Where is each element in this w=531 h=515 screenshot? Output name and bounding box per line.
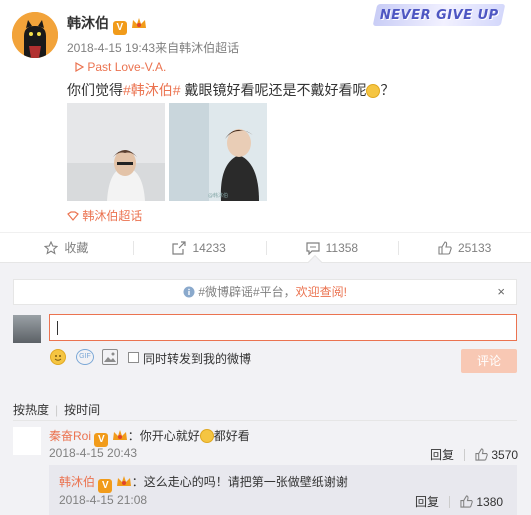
submit-comment-button[interactable]: 评论 xyxy=(461,349,517,373)
sort-by-hot-tab[interactable]: 按热度 xyxy=(13,403,49,417)
action-bar: 收藏 14233 11358 25133 xyxy=(0,232,531,262)
vip-badge-icon: V xyxy=(98,479,113,493)
chaohua-icon xyxy=(67,211,79,221)
my-avatar xyxy=(13,315,41,343)
reply-like-button[interactable]: 1380 xyxy=(460,495,503,509)
reply-reply-button[interactable]: 回复 xyxy=(415,493,439,510)
reply-time: 2018-4-15 21:08 xyxy=(59,493,148,507)
forward-label[interactable]: 同时转发到我的微博 xyxy=(143,350,251,367)
comment-input[interactable] xyxy=(49,314,517,341)
forward-button[interactable]: 14233 xyxy=(132,233,266,262)
sort-tabs: 按热度 | 按时间 xyxy=(13,403,101,417)
notice-link[interactable]: 欢迎查阅! xyxy=(296,285,347,299)
commenter-avatar[interactable] xyxy=(13,427,41,455)
comment-like-button[interactable]: 3570 xyxy=(475,448,518,462)
commenter-name[interactable]: 秦奋Roi xyxy=(49,429,91,443)
crown-icon xyxy=(112,430,127,440)
info-icon xyxy=(183,286,195,298)
comment-button[interactable]: 11358 xyxy=(265,233,399,262)
star-icon xyxy=(44,240,59,255)
sort-by-time-tab[interactable]: 按时间 xyxy=(64,403,100,417)
svg-text:@韩沐伯: @韩沐伯 xyxy=(208,192,228,199)
rumor-notice: #微博辟谣#平台，欢迎查阅! xyxy=(13,279,517,305)
notice-close-icon[interactable]: × xyxy=(497,284,505,299)
post-image-2[interactable]: @韩沐伯 xyxy=(169,103,267,201)
comment-text: 秦奋Roi V ：你开心就好 都好看 xyxy=(49,429,250,447)
vip-badge-icon: V xyxy=(94,433,109,447)
music-link[interactable]: Past Love-V.A. xyxy=(74,60,166,74)
post-avatar[interactable] xyxy=(12,12,58,58)
post-image-1[interactable] xyxy=(67,103,165,201)
chaohua-link[interactable]: 韩沐伯超话 xyxy=(67,207,142,224)
favorite-button[interactable]: 收藏 xyxy=(0,233,133,262)
crown-icon xyxy=(131,18,146,28)
comment-icon xyxy=(306,241,320,255)
gif-icon[interactable]: GIF xyxy=(76,349,94,365)
post-text: 你们觉得#韩沐伯# 戴眼镜好看呢还是不戴好看呢？ xyxy=(67,82,395,98)
crown-icon xyxy=(116,476,131,486)
thumbs-up-icon xyxy=(460,494,473,508)
vip-badge-icon: V xyxy=(112,21,127,35)
image-upload-icon[interactable] xyxy=(102,349,118,365)
forward-checkbox[interactable] xyxy=(128,352,139,363)
thumbs-up-icon xyxy=(475,447,488,461)
like-button[interactable]: 25133 xyxy=(398,233,531,262)
hashtag-link[interactable]: #韩沐伯# xyxy=(123,82,181,98)
divider xyxy=(13,420,517,421)
reply-text: 韩沐伯 V ：这么走心的吗！请把第一张做壁纸谢谢 xyxy=(59,475,348,493)
reply-username[interactable]: 韩沐伯 xyxy=(59,475,95,489)
emoji-icon[interactable] xyxy=(50,349,66,365)
glasses-emoji-icon xyxy=(199,429,214,443)
post-meta: 2018-4-15 19:43来自韩沐伯超话 xyxy=(67,41,240,55)
thumbs-up-icon xyxy=(438,240,452,255)
comment-time: 2018-4-15 20:43 xyxy=(49,446,138,460)
post-username[interactable]: 韩沐伯 V xyxy=(67,13,147,35)
reply-actions: 回复 1380 xyxy=(415,493,503,510)
reply-button[interactable]: 回复 xyxy=(430,446,454,463)
comment-actions: 回复 3570 xyxy=(430,446,518,463)
never-give-up-banner: NEVER GIVE UP xyxy=(372,4,506,26)
forward-icon xyxy=(172,240,187,255)
play-icon xyxy=(75,61,85,73)
thinking-emoji-icon xyxy=(366,84,381,98)
